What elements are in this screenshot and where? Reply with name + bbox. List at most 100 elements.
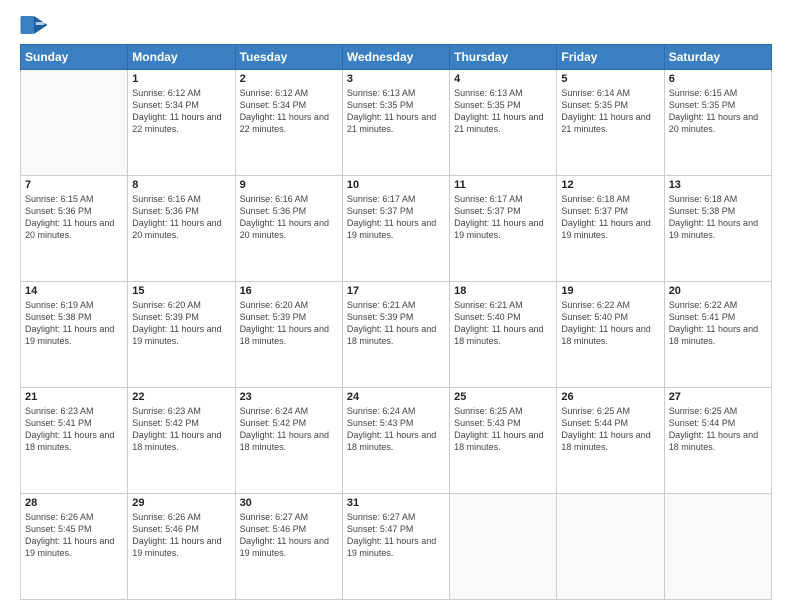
cal-cell: 5 Sunrise: 6:14 AMSunset: 5:35 PMDaylight… [557,70,664,176]
cal-cell: 25Sunrise: 6:25 AMSunset: 5:43 PMDayligh… [450,388,557,494]
day-number: 26 [561,391,659,403]
col-header-monday: Monday [128,45,235,70]
day-number: 19 [561,285,659,297]
cal-cell [21,70,128,176]
cell-info: Sunrise: 6:17 AMSunset: 5:37 PMDaylight:… [347,193,445,242]
header [20,16,772,34]
cell-info: Sunrise: 6:24 AMSunset: 5:42 PMDaylight:… [240,405,338,454]
day-number: 22 [132,391,230,403]
col-header-sunday: Sunday [21,45,128,70]
cell-info: Sunrise: 6:24 AMSunset: 5:43 PMDaylight:… [347,405,445,454]
day-number: 25 [454,391,552,403]
cal-cell: 24 Sunrise: 6:24 AMSunset: 5:43 PMDayligh… [342,388,449,494]
col-header-friday: Friday [557,45,664,70]
cell-info: Sunrise: 6:13 AMSunset: 5:35 PMDaylight:… [347,87,445,136]
cal-cell: 20Sunrise: 6:22 AMSunset: 5:41 PMDayligh… [664,282,771,388]
cal-cell: 29 Sunrise: 6:26 AMSunset: 5:46 PMDayligh… [128,494,235,600]
cal-cell: 10 Sunrise: 6:17 AMSunset: 5:37 PMDayligh… [342,176,449,282]
cell-info: Sunrise: 6:16 AMSunset: 5:36 PMDaylight:… [240,193,338,242]
week-row-1: 7Sunrise: 6:15 AMSunset: 5:36 PMDaylight… [21,176,772,282]
day-number: 18 [454,285,552,297]
day-number: 15 [132,285,230,297]
day-number: 29 [132,497,230,509]
cal-cell: 26 Sunrise: 6:25 AMSunset: 5:44 PMDayligh… [557,388,664,494]
cal-cell: 15Sunrise: 6:20 AMSunset: 5:39 PMDayligh… [128,282,235,388]
cell-info: Sunrise: 6:20 AMSunset: 5:39 PMDaylight:… [240,299,338,348]
day-number: 17 [347,285,445,297]
cell-info: Sunrise: 6:22 AMSunset: 5:40 PMDaylight:… [561,299,659,348]
week-row-2: 14 Sunrise: 6:19 AMSunset: 5:38 PMDayligh… [21,282,772,388]
day-number: 14 [25,285,123,297]
cal-cell: 30Sunrise: 6:27 AMSunset: 5:46 PMDayligh… [235,494,342,600]
logo-icon [20,16,48,34]
cell-info: Sunrise: 6:21 AMSunset: 5:39 PMDaylight:… [347,299,445,348]
col-header-tuesday: Tuesday [235,45,342,70]
col-header-saturday: Saturday [664,45,771,70]
cell-info: Sunrise: 6:18 AMSunset: 5:38 PMDaylight:… [669,193,767,242]
day-number: 8 [132,179,230,191]
cal-cell: 21 Sunrise: 6:23 AMSunset: 5:41 PMDayligh… [21,388,128,494]
day-number: 20 [669,285,767,297]
page: SundayMondayTuesdayWednesdayThursdayFrid… [0,0,792,612]
cal-cell: 1 Sunrise: 6:12 AMSunset: 5:34 PMDaylight… [128,70,235,176]
day-number: 21 [25,391,123,403]
cal-cell: 31 Sunrise: 6:27 AMSunset: 5:47 PMDayligh… [342,494,449,600]
day-number: 7 [25,179,123,191]
cal-cell: 4 Sunrise: 6:13 AMSunset: 5:35 PMDaylight… [450,70,557,176]
cell-info: Sunrise: 6:19 AMSunset: 5:38 PMDaylight:… [25,299,123,348]
cell-info: Sunrise: 6:18 AMSunset: 5:37 PMDaylight:… [561,193,659,242]
cell-info: Sunrise: 6:23 AMSunset: 5:41 PMDaylight:… [25,405,123,454]
day-number: 9 [240,179,338,191]
cell-info: Sunrise: 6:14 AMSunset: 5:35 PMDaylight:… [561,87,659,136]
cal-cell: 14 Sunrise: 6:19 AMSunset: 5:38 PMDayligh… [21,282,128,388]
logo [20,16,50,34]
cell-info: Sunrise: 6:26 AMSunset: 5:46 PMDaylight:… [132,511,230,560]
cal-cell: 7Sunrise: 6:15 AMSunset: 5:36 PMDaylight… [21,176,128,282]
cal-cell: 2Sunrise: 6:12 AMSunset: 5:34 PMDaylight… [235,70,342,176]
day-number: 5 [561,73,659,85]
day-number: 23 [240,391,338,403]
cell-info: Sunrise: 6:21 AMSunset: 5:40 PMDaylight:… [454,299,552,348]
day-number: 13 [669,179,767,191]
cell-info: Sunrise: 6:13 AMSunset: 5:35 PMDaylight:… [454,87,552,136]
cal-cell: 6Sunrise: 6:15 AMSunset: 5:35 PMDaylight… [664,70,771,176]
cal-cell: 16 Sunrise: 6:20 AMSunset: 5:39 PMDayligh… [235,282,342,388]
cal-cell: 22 Sunrise: 6:23 AMSunset: 5:42 PMDayligh… [128,388,235,494]
cal-cell: 23 Sunrise: 6:24 AMSunset: 5:42 PMDayligh… [235,388,342,494]
day-number: 12 [561,179,659,191]
cal-cell [664,494,771,600]
week-row-4: 28 Sunrise: 6:26 AMSunset: 5:45 PMDayligh… [21,494,772,600]
day-number: 1 [132,73,230,85]
day-number: 6 [669,73,767,85]
cal-cell: 19 Sunrise: 6:22 AMSunset: 5:40 PMDayligh… [557,282,664,388]
calendar-table: SundayMondayTuesdayWednesdayThursdayFrid… [20,44,772,600]
cal-cell: 13 Sunrise: 6:18 AMSunset: 5:38 PMDayligh… [664,176,771,282]
cell-info: Sunrise: 6:17 AMSunset: 5:37 PMDaylight:… [454,193,552,242]
cell-info: Sunrise: 6:12 AMSunset: 5:34 PMDaylight:… [132,87,230,136]
cell-info: Sunrise: 6:16 AMSunset: 5:36 PMDaylight:… [132,193,230,242]
cal-cell: 8 Sunrise: 6:16 AMSunset: 5:36 PMDaylight… [128,176,235,282]
cal-cell: 3Sunrise: 6:13 AMSunset: 5:35 PMDaylight… [342,70,449,176]
day-number: 11 [454,179,552,191]
col-header-thursday: Thursday [450,45,557,70]
cal-cell: 27Sunrise: 6:25 AMSunset: 5:44 PMDayligh… [664,388,771,494]
day-number: 28 [25,497,123,509]
cell-info: Sunrise: 6:27 AMSunset: 5:47 PMDaylight:… [347,511,445,560]
cal-cell: 11 Sunrise: 6:17 AMSunset: 5:37 PMDayligh… [450,176,557,282]
week-row-0: 1 Sunrise: 6:12 AMSunset: 5:34 PMDaylight… [21,70,772,176]
calendar-header-row: SundayMondayTuesdayWednesdayThursdayFrid… [21,45,772,70]
cell-info: Sunrise: 6:26 AMSunset: 5:45 PMDaylight:… [25,511,123,560]
day-number: 24 [347,391,445,403]
day-number: 27 [669,391,767,403]
cell-info: Sunrise: 6:23 AMSunset: 5:42 PMDaylight:… [132,405,230,454]
day-number: 4 [454,73,552,85]
day-number: 31 [347,497,445,509]
day-number: 16 [240,285,338,297]
cal-cell: 17 Sunrise: 6:21 AMSunset: 5:39 PMDayligh… [342,282,449,388]
day-number: 30 [240,497,338,509]
day-number: 2 [240,73,338,85]
day-number: 10 [347,179,445,191]
col-header-wednesday: Wednesday [342,45,449,70]
cell-info: Sunrise: 6:25 AMSunset: 5:44 PMDaylight:… [561,405,659,454]
cal-cell: 18 Sunrise: 6:21 AMSunset: 5:40 PMDayligh… [450,282,557,388]
